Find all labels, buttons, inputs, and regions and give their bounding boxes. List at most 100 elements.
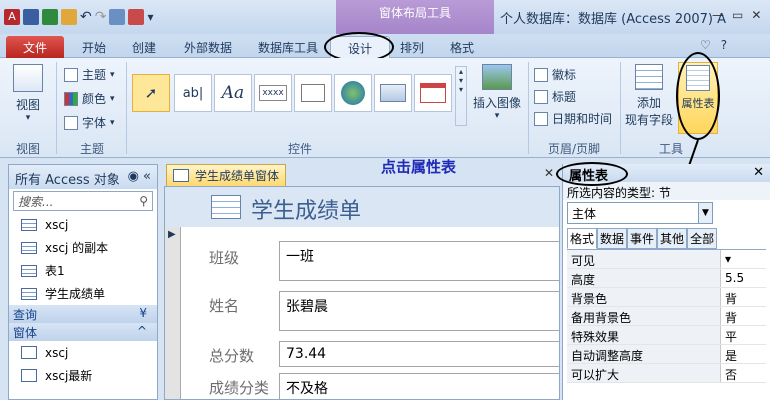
property-row[interactable]: 高度 5.5	[567, 269, 766, 288]
property-row[interactable]: 备用背景色背	[567, 307, 766, 326]
image-icon	[482, 64, 512, 90]
nav-search-input[interactable]: 搜索... ⚲	[13, 191, 153, 211]
title-button[interactable]: 标题	[534, 88, 576, 105]
property-row[interactable]: 可以扩大否	[567, 364, 766, 383]
tab-control-tool[interactable]	[294, 74, 332, 112]
insert-image-button[interactable]: 插入图像 ▾	[470, 64, 524, 121]
property-value[interactable]: 背	[721, 307, 761, 325]
field-label-total-score[interactable]: 总分数	[209, 345, 254, 366]
tab-external-data[interactable]: 外部数据	[176, 36, 240, 58]
minimize-button[interactable]: —	[712, 8, 724, 22]
colors-button[interactable]: 颜色 ▾	[64, 90, 115, 107]
edit-icon[interactable]	[61, 9, 77, 25]
tab-format-props[interactable]: 格式	[567, 228, 598, 249]
field-value-total-score[interactable]: 73.44	[279, 341, 559, 367]
logo-label: 徽标	[552, 68, 577, 82]
tab-home[interactable]: 开始	[72, 36, 116, 58]
nav-group-query[interactable]: 查询 ¥	[9, 305, 157, 323]
view-icon[interactable]	[109, 9, 126, 25]
tab-other-props[interactable]: 其他	[657, 228, 688, 249]
navigation-control-tool[interactable]	[414, 74, 452, 112]
logo-button[interactable]: 徽标	[534, 66, 576, 83]
property-value[interactable]: 5.5	[721, 269, 761, 287]
nav-group-form[interactable]: 窗体 ^	[9, 323, 157, 341]
property-sheet: 属性表 ✕ 所选内容的类型: 节 主体 ▼ 格式 数据 事件 其他 全部 可见 ▾…	[562, 164, 770, 400]
search-icon[interactable]: ⚲	[139, 194, 148, 208]
document-tab[interactable]: 学生成绩单窗体	[166, 164, 286, 186]
tab-event-props[interactable]: 事件	[627, 228, 658, 249]
property-sheet-title-highlight-circle	[556, 162, 628, 186]
controls-gallery-scroll[interactable]: ▴ ▾ ▾	[455, 66, 467, 126]
form-icon[interactable]	[128, 9, 145, 25]
property-value[interactable]: 否	[721, 364, 761, 382]
field-label-class[interactable]: 班级	[209, 247, 239, 268]
colors-icon	[64, 91, 78, 106]
nav-item-form[interactable]: xscj最新	[9, 364, 157, 387]
tab-all-props[interactable]: 全部	[687, 228, 718, 249]
tab-file[interactable]: 文件	[6, 36, 64, 58]
window-controls: — ▭ ✕	[712, 8, 761, 22]
field-label-name[interactable]: 姓名	[209, 295, 239, 316]
nav-group-label: 窗体	[13, 326, 38, 340]
access-app-icon[interactable]: A	[4, 9, 20, 25]
tab-data-props[interactable]: 数据	[597, 228, 628, 249]
help-icon[interactable]: ?	[721, 38, 727, 52]
nav-item-table[interactable]: 学生成绩单	[9, 282, 157, 305]
textbox-tool[interactable]: ab|	[174, 74, 212, 112]
property-row[interactable]: 可见 ▾	[567, 250, 766, 269]
field-value-name[interactable]: 张碧晨	[279, 291, 559, 331]
save-icon[interactable]	[23, 9, 39, 25]
property-sheet-highlight-circle	[676, 52, 720, 140]
property-value[interactable]: ▾	[721, 250, 761, 268]
view-button[interactable]: 视图 ▾	[6, 64, 50, 123]
maximize-button[interactable]: ▭	[732, 8, 743, 22]
tab-arrange[interactable]: 排列	[394, 36, 430, 58]
record-selector[interactable]: ▶	[165, 227, 181, 399]
table-icon	[21, 218, 37, 231]
property-value[interactable]: 背	[721, 288, 761, 306]
date-time-button[interactable]: 日期和时间	[534, 110, 612, 127]
label-tool[interactable]: Aa	[214, 74, 252, 112]
themes-button[interactable]: 主题 ▾	[64, 66, 115, 83]
web-browser-tool[interactable]	[374, 74, 412, 112]
select-tool[interactable]: ➚	[132, 74, 170, 112]
field-value-class[interactable]: 一班	[279, 241, 559, 281]
navigation-pane: 所有 Access 对象 ◉ « 搜索... ⚲ xscj xscj 的副本 表…	[8, 164, 158, 400]
form-title[interactable]: 学生成绩单	[251, 193, 361, 225]
add-existing-fields-button[interactable]: 添加 现有字段	[622, 64, 676, 128]
tab-database-tools[interactable]: 数据库工具	[250, 36, 326, 58]
minimize-ribbon-icon[interactable]: ♡	[700, 38, 711, 52]
view-button-label: 视图	[15, 98, 40, 112]
excel-icon[interactable]	[42, 9, 58, 25]
button-tool[interactable]: xxxx	[254, 74, 292, 112]
undo-icon[interactable]: ↶	[80, 9, 92, 25]
button-icon: xxxx	[259, 85, 287, 101]
tab-format[interactable]: 格式	[444, 36, 480, 58]
tab-create[interactable]: 创建	[124, 36, 164, 58]
nav-item-form[interactable]: xscj	[9, 341, 157, 364]
chevron-down-icon[interactable]: ▼	[698, 203, 712, 223]
customize-qat-icon[interactable]: ▾	[147, 10, 153, 24]
property-row[interactable]: 特殊效果平	[567, 326, 766, 345]
fonts-button[interactable]: 字体 ▾	[64, 114, 115, 131]
document-close-icon[interactable]: ✕	[544, 166, 554, 180]
property-row[interactable]: 背景色背	[567, 288, 766, 307]
nav-item-table[interactable]: xscj 的副本	[9, 236, 157, 259]
nav-item-table[interactable]: 表1	[9, 259, 157, 282]
nav-item-table[interactable]: xscj	[9, 213, 157, 236]
property-row[interactable]: 自动调整高度是	[567, 345, 766, 364]
property-value[interactable]: 平	[721, 326, 761, 344]
field-label-grade-category[interactable]: 成绩分类	[209, 377, 269, 398]
field-value-grade-category[interactable]: 不及格	[279, 373, 559, 399]
chevron-up-icon: ^	[136, 324, 147, 338]
close-button[interactable]: ✕	[751, 8, 761, 22]
nav-header-controls[interactable]: ◉ «	[128, 169, 151, 185]
property-value[interactable]: 是	[721, 345, 761, 363]
close-icon[interactable]: ✕	[753, 165, 764, 181]
redo-icon[interactable]: ↷	[95, 9, 107, 25]
nav-header[interactable]: 所有 Access 对象 ◉ «	[9, 165, 157, 189]
group-label-view: 视图	[15, 142, 40, 156]
hyperlink-tool[interactable]	[334, 74, 372, 112]
property-name: 备用背景色	[567, 307, 721, 325]
selection-dropdown[interactable]: 主体 ▼	[567, 202, 713, 224]
